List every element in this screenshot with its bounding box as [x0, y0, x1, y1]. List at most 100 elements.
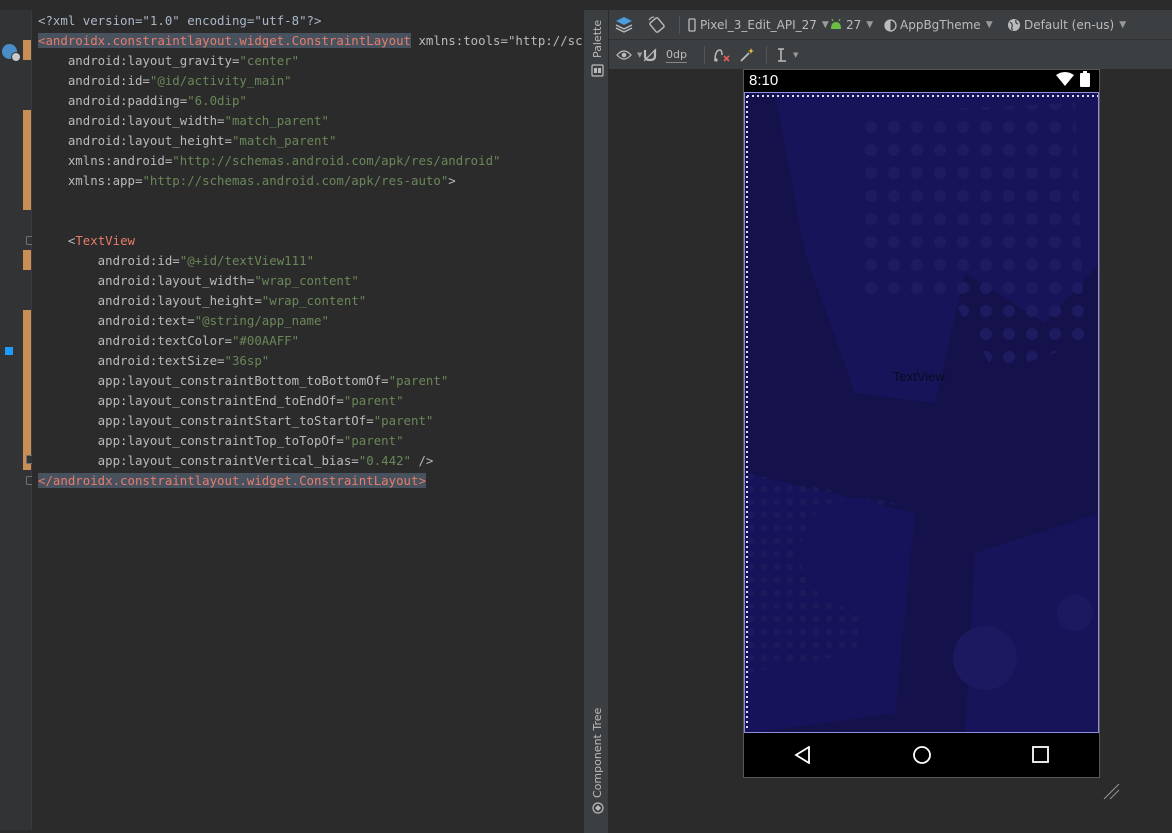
code-line[interactable]: app:layout_constraintVertical_bias="0.44… [38, 451, 434, 471]
code-token: android:layout_height= [38, 133, 232, 148]
palette-icon[interactable] [591, 64, 604, 77]
device-preview[interactable]: 8:10 TextView [743, 69, 1100, 778]
code-line[interactable]: android:layout_height="wrap_content" [38, 291, 367, 311]
editor-gutter [0, 10, 35, 830]
color-swatch-icon[interactable] [5, 347, 13, 355]
code-token: "match_parent" [224, 113, 329, 128]
eye-icon [616, 50, 632, 60]
status-time: 8:10 [749, 72, 779, 89]
xml-editor[interactable]: <?xml version="1.0" encoding="utf-8"?> <a… [32, 10, 583, 830]
code-token: android:id= [38, 73, 150, 88]
api-dropdown[interactable]: 27 ▼ [829, 15, 873, 35]
back-icon[interactable] [794, 746, 811, 764]
code-token: <?xml version="1.0" encoding="utf-8"?> [38, 13, 322, 28]
code-token: android:padding= [38, 93, 188, 108]
code-token: < [38, 233, 76, 248]
code-token: android:textSize= [38, 353, 225, 368]
code-token: android:layout_gravity= [38, 53, 240, 68]
wifi-icon [1056, 72, 1074, 86]
code-line[interactable]: android:textSize="36sp" [38, 351, 270, 371]
code-token: app:layout_constraintBottom_toBottomOf= [38, 373, 389, 388]
code-token: xmlns:app= [38, 173, 143, 188]
default-margin-dropdown[interactable]: 0dp [666, 47, 687, 63]
code-token: android:textColor= [38, 333, 232, 348]
code-token: "36sp" [224, 353, 270, 368]
chevron-down-icon: ▼ [793, 51, 799, 59]
code-token: "match_parent" [231, 133, 337, 148]
palette-tab[interactable]: Palette [591, 20, 604, 58]
navigation-bar [744, 733, 1099, 777]
code-line[interactable]: <TextView [38, 231, 135, 251]
code-line[interactable]: android:padding="6.0dip" [38, 91, 247, 111]
orientation-button[interactable] [647, 15, 667, 35]
component-tree-tab[interactable]: Component Tree [591, 708, 604, 798]
code-line[interactable]: <?xml version="1.0" encoding="utf-8"?> [38, 11, 321, 31]
phone-icon [688, 18, 696, 32]
code-line[interactable]: android:textColor="#00AAFF" [38, 331, 299, 351]
recents-icon[interactable] [1032, 746, 1049, 763]
margin-label: 0dp [666, 48, 687, 61]
clear-constraints-button[interactable] [713, 45, 731, 65]
chevron-down-icon: ▼ [985, 20, 993, 30]
toolbar-separator [679, 16, 680, 34]
change-bar[interactable] [23, 110, 31, 210]
code-line[interactable]: xmlns:android="http://schemas.android.co… [38, 151, 501, 171]
code-token: "#00AAFF" [231, 333, 300, 348]
code-line[interactable]: </androidx.constraintlayout.widget.Const… [38, 471, 426, 491]
rotate-icon [648, 16, 665, 33]
code-line[interactable]: android:layout_height="match_parent" [38, 131, 337, 151]
code-line[interactable]: android:layout_width="wrap_content" [38, 271, 359, 291]
code-line[interactable]: app:layout_constraintBottom_toBottomOf="… [38, 371, 449, 391]
device-dropdown[interactable]: Pixel_3_Edit_API_27 ▼ [687, 15, 829, 35]
code-token: app:layout_constraintEnd_toEndOf= [38, 393, 344, 408]
change-bar[interactable] [23, 250, 31, 270]
magic-wand-icon [740, 48, 754, 62]
autoconnect-toggle[interactable] [642, 45, 658, 65]
code-token: android:text= [38, 313, 195, 328]
code-line[interactable]: xmlns:app="http://schemas.android.com/ap… [38, 171, 456, 191]
code-line[interactable]: android:text="@string/app_name" [38, 311, 329, 331]
view-options-button[interactable]: ▼ [616, 45, 642, 65]
code-token: "0.442" [358, 453, 411, 468]
code-token: "http://schemas.android.com/apk/res-auto… [142, 173, 449, 188]
code-token: TextView [75, 233, 135, 248]
layout-preview-screen[interactable]: TextView [744, 92, 1099, 733]
code-line[interactable]: android:id="@id/activity_main" [38, 71, 292, 91]
code-token: </androidx.constraintlayout.widget.Const… [38, 473, 426, 488]
guideline-icon [778, 48, 786, 62]
code-line[interactable]: app:layout_constraintEnd_toEndOf="parent… [38, 391, 404, 411]
change-bar[interactable] [23, 310, 31, 470]
code-line[interactable]: android:id="@+id/textView111" [38, 251, 314, 271]
theme-dropdown[interactable]: AppBgTheme ▼ [884, 15, 993, 35]
textview-preview[interactable]: TextView [893, 369, 945, 384]
code-token: "parent" [343, 433, 404, 448]
code-token: app:layout_constraintVertical_bias= [38, 453, 359, 468]
code-token: android:layout_width= [38, 273, 255, 288]
change-bar[interactable] [23, 40, 31, 60]
code-token: "@+id/textView111" [179, 253, 315, 268]
infer-constraints-button[interactable] [739, 45, 755, 65]
author-avatar[interactable] [2, 44, 21, 62]
chevron-down-icon: ▼ [866, 20, 874, 30]
magnet-icon [643, 48, 657, 62]
theme-label: AppBgTheme [900, 18, 981, 32]
code-token: "center" [239, 53, 300, 68]
locale-dropdown[interactable]: Default (en-us) ▼ [1007, 15, 1126, 35]
home-icon[interactable] [912, 745, 932, 765]
guidelines-button[interactable]: ▼ [774, 45, 798, 65]
code-token: "wrap_content" [261, 293, 367, 308]
code-line[interactable]: android:layout_width="match_parent" [38, 111, 329, 131]
code-token: /> [411, 453, 434, 468]
resize-handle-icon[interactable] [1103, 783, 1120, 800]
design-toolbar: Pixel_3_Edit_API_27 ▼ 27 ▼ AppBgTheme ▼ … [609, 10, 1172, 40]
locale-label: Default (en-us) [1024, 18, 1115, 32]
code-token: "parent" [343, 393, 404, 408]
toolbar-separator [704, 46, 705, 64]
code-line[interactable]: app:layout_constraintStart_toStartOf="pa… [38, 411, 434, 431]
component-tree-icon[interactable] [592, 802, 604, 814]
selection-border [746, 95, 1098, 731]
code-line[interactable]: app:layout_constraintTop_toTopOf="parent… [38, 431, 404, 451]
design-surface-button[interactable] [614, 15, 634, 35]
code-line[interactable]: android:layout_gravity="center" [38, 51, 299, 71]
code-line[interactable]: <androidx.constraintlayout.widget.Constr… [38, 31, 583, 51]
